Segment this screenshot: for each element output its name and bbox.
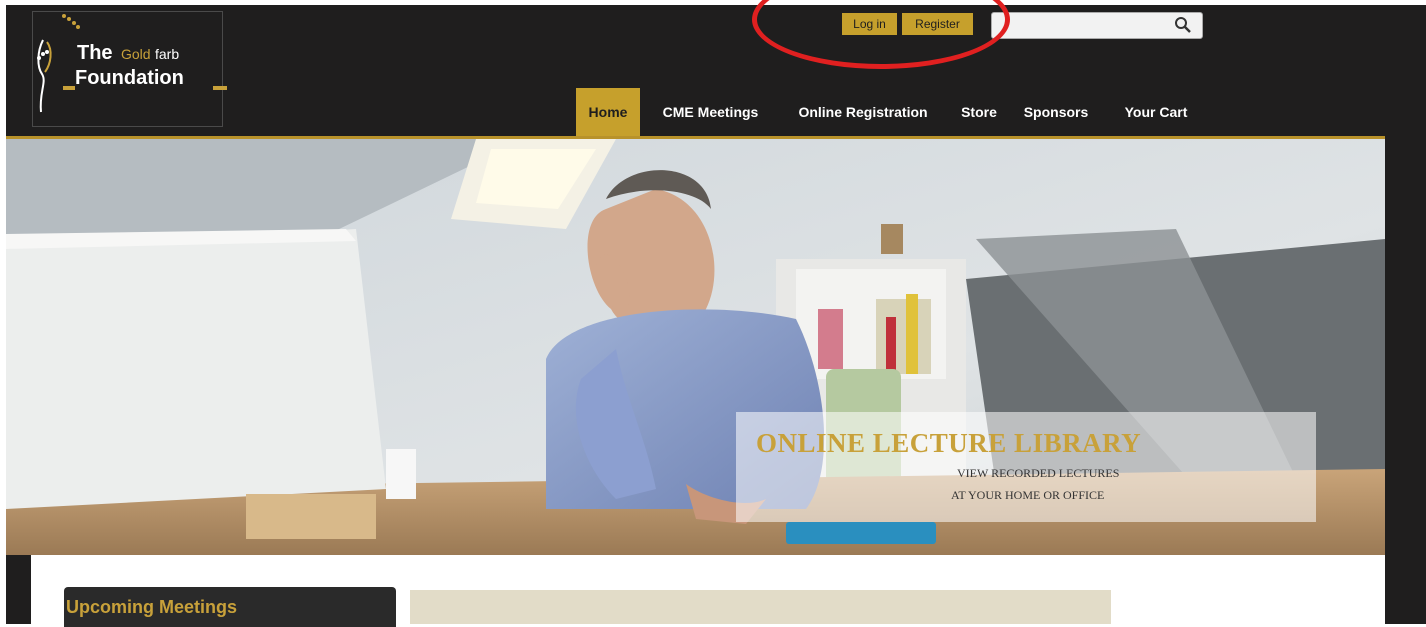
foundation-logo[interactable]: The Gold farb Foundation [32, 11, 227, 127]
search-box [991, 12, 1203, 39]
logo-underline-left [63, 86, 75, 90]
logo-farb: farb [155, 46, 180, 62]
nav-your-cart[interactable]: Your Cart [1111, 88, 1201, 136]
logo-the: The [77, 42, 113, 64]
hero-banner[interactable]: ONLINE LECTURE LIBRARY VIEW RECORDED LEC… [6, 139, 1385, 555]
nav-online-registration[interactable]: Online Registration [781, 88, 945, 136]
search-input[interactable] [996, 16, 1170, 37]
hero-title: ONLINE LECTURE LIBRARY [756, 428, 1142, 458]
nav-sponsors[interactable]: Sponsors [1016, 88, 1096, 136]
nav-home[interactable]: Home [576, 88, 640, 136]
hero-subtitle-line2: AT YOUR HOME OR OFFICE [951, 488, 1105, 502]
site-header: The Gold farb Foundation Log in Register… [6, 5, 1385, 139]
main-content-panel [410, 590, 1111, 624]
logo-gold: Gold [121, 46, 151, 62]
logo-underline-right [213, 86, 227, 90]
nav-cme-meetings[interactable]: CME Meetings [648, 88, 773, 136]
page-side-background-left [6, 555, 31, 624]
page-side-background-right [1385, 5, 1426, 624]
nav-store[interactable]: Store [954, 88, 1004, 136]
page: The Gold farb Foundation Log in Register… [0, 0, 1426, 627]
upcoming-meetings-title: Upcoming Meetings [66, 597, 238, 617]
search-icon[interactable] [1174, 16, 1192, 34]
upcoming-meetings-panel: Upcoming Meetings [64, 587, 396, 627]
hero-subtitle-line1: VIEW RECORDED LECTURES [957, 466, 1120, 480]
logo-foundation: Foundation [75, 67, 184, 89]
